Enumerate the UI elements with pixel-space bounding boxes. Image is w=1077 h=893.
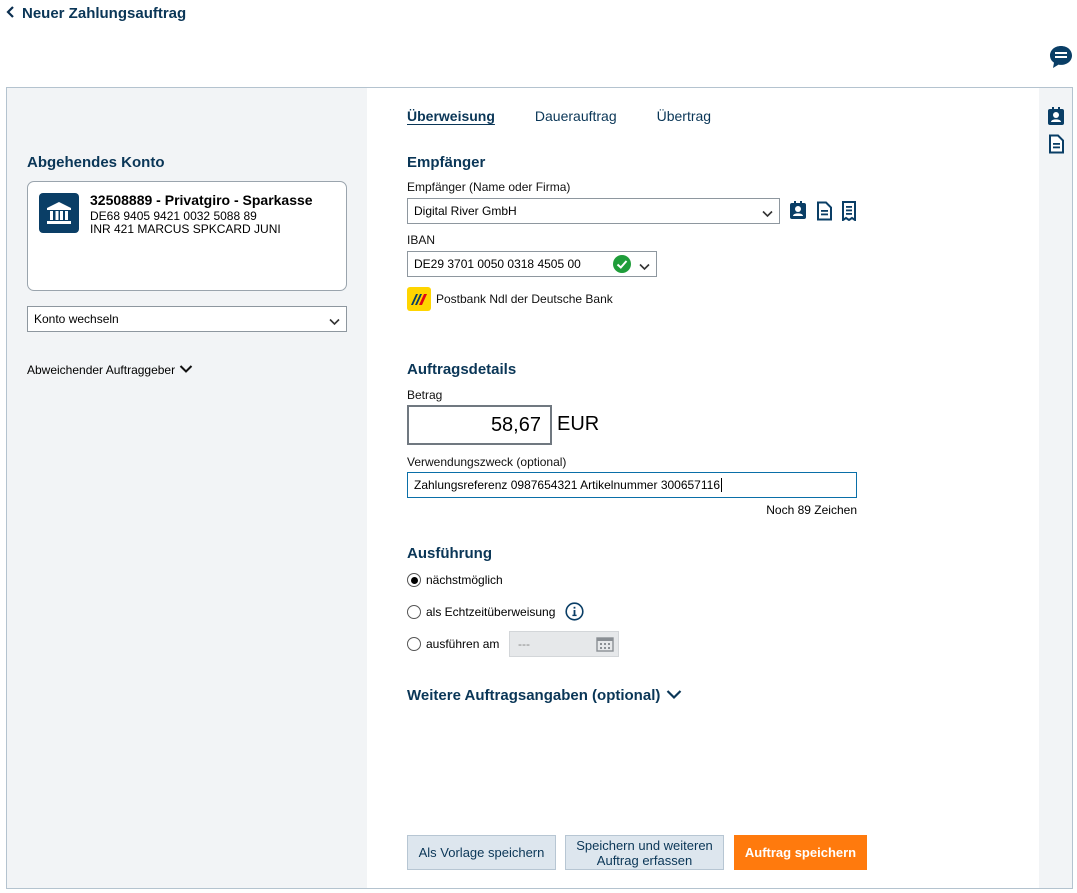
payment-type-tabs: Überweisung Dauerauftrag Übertrag <box>407 108 711 124</box>
switch-account-select[interactable]: Konto wechseln <box>27 306 347 332</box>
source-account-title: Abgehendes Konto <box>27 154 165 171</box>
recipient-name-value: Digital River GmbH <box>414 204 517 218</box>
radio-instant-transfer-label[interactable]: als Echtzeitüberweisung <box>426 605 555 619</box>
bank-logo-icon <box>407 287 431 311</box>
char-counter: Noch 89 Zeichen <box>766 503 857 517</box>
amount-label: Betrag <box>407 388 443 402</box>
different-payer-toggle[interactable]: Abweichender Auftraggeber <box>27 363 193 377</box>
purpose-value: Zahlungsreferenz 0987654321 Artikelnumme… <box>414 478 720 492</box>
chevron-down-icon <box>762 207 773 221</box>
tab-dauerauftrag[interactable]: Dauerauftrag <box>535 108 617 124</box>
save-and-new-line2: Auftrag erfassen <box>596 852 693 868</box>
address-book-icon[interactable] <box>1046 107 1066 127</box>
check-circle-icon <box>613 255 631 276</box>
purpose-input[interactable]: Zahlungsreferenz 0987654321 Artikelnumme… <box>407 472 857 498</box>
different-payer-label: Abweichender Auftraggeber <box>27 363 176 377</box>
iban-value: DE29 3701 0050 0318 4505 00 <box>414 257 581 271</box>
amount-input[interactable]: 58,67 <box>407 405 552 445</box>
save-and-new-line1: Speichern und weiteren <box>576 837 713 853</box>
recipient-name-label: Empfänger (Name oder Firma) <box>407 180 571 194</box>
right-tool-rail <box>1039 88 1072 888</box>
account-holder: INR 421 MARCUS SPKCARD JUNI <box>90 222 281 236</box>
account-name: 32508889 - Privatgiro - Sparkasse <box>90 192 313 208</box>
recipient-title: Empfänger <box>407 154 486 171</box>
more-details-toggle[interactable]: Weitere Auftragsangaben (optional) <box>407 687 682 704</box>
iban-label: IBAN <box>407 233 436 247</box>
bank-name: Postbank Ndl der Deutsche Bank <box>436 292 613 306</box>
chevron-down-icon <box>329 315 340 329</box>
info-icon[interactable] <box>565 602 584 624</box>
template-document-icon[interactable] <box>814 201 834 221</box>
execution-date-placeholder: --- <box>518 637 530 651</box>
radio-next-possible-label[interactable]: nächstmöglich <box>426 573 503 587</box>
calendar-icon[interactable] <box>596 636 614 655</box>
purpose-label: Verwendungszweck (optional) <box>407 455 567 469</box>
chevron-down-icon <box>666 689 682 703</box>
radio-execute-on-date-label[interactable]: ausführen am <box>426 637 499 651</box>
contact-book-icon[interactable] <box>788 201 808 221</box>
chevron-down-icon <box>179 363 193 377</box>
text-cursor <box>721 478 722 492</box>
radio-execute-on-date[interactable] <box>407 637 421 651</box>
chevron-left-icon <box>6 5 15 21</box>
amount-value: 58,67 <box>490 413 541 436</box>
currency-label: EUR <box>557 413 600 435</box>
save-and-new-button[interactable]: Speichern und weiteren Auftrag erfassen <box>565 835 724 870</box>
tab-uebertrag[interactable]: Übertrag <box>657 108 711 124</box>
document-icon[interactable] <box>1046 134 1066 154</box>
execution-date-input[interactable]: --- <box>509 631 619 657</box>
switch-account-label: Konto wechseln <box>34 312 119 326</box>
order-details-title: Auftragsdetails <box>407 361 517 378</box>
bank-building-icon <box>39 193 79 233</box>
execution-title: Ausführung <box>407 545 492 562</box>
more-details-label: Weitere Auftragsangaben (optional) <box>407 687 661 704</box>
save-template-button[interactable]: Als Vorlage speichern <box>407 835 556 870</box>
iban-field[interactable]: DE29 3701 0050 0318 4505 00 <box>407 251 657 277</box>
back-link[interactable]: Neuer Zahlungsauftrag <box>6 4 186 22</box>
chevron-down-icon <box>639 260 650 274</box>
radio-instant-transfer[interactable] <box>407 605 421 619</box>
invoice-scan-icon[interactable] <box>839 201 859 222</box>
radio-next-possible[interactable] <box>407 573 421 587</box>
save-order-button[interactable]: Auftrag speichern <box>734 835 867 870</box>
chat-icon[interactable] <box>1048 44 1074 70</box>
page-title: Neuer Zahlungsauftrag <box>22 4 187 22</box>
recipient-name-field[interactable]: Digital River GmbH <box>407 198 780 224</box>
tab-ueberweisung[interactable]: Überweisung <box>407 108 495 124</box>
account-iban: DE68 9405 9421 0032 5088 89 <box>90 209 257 223</box>
